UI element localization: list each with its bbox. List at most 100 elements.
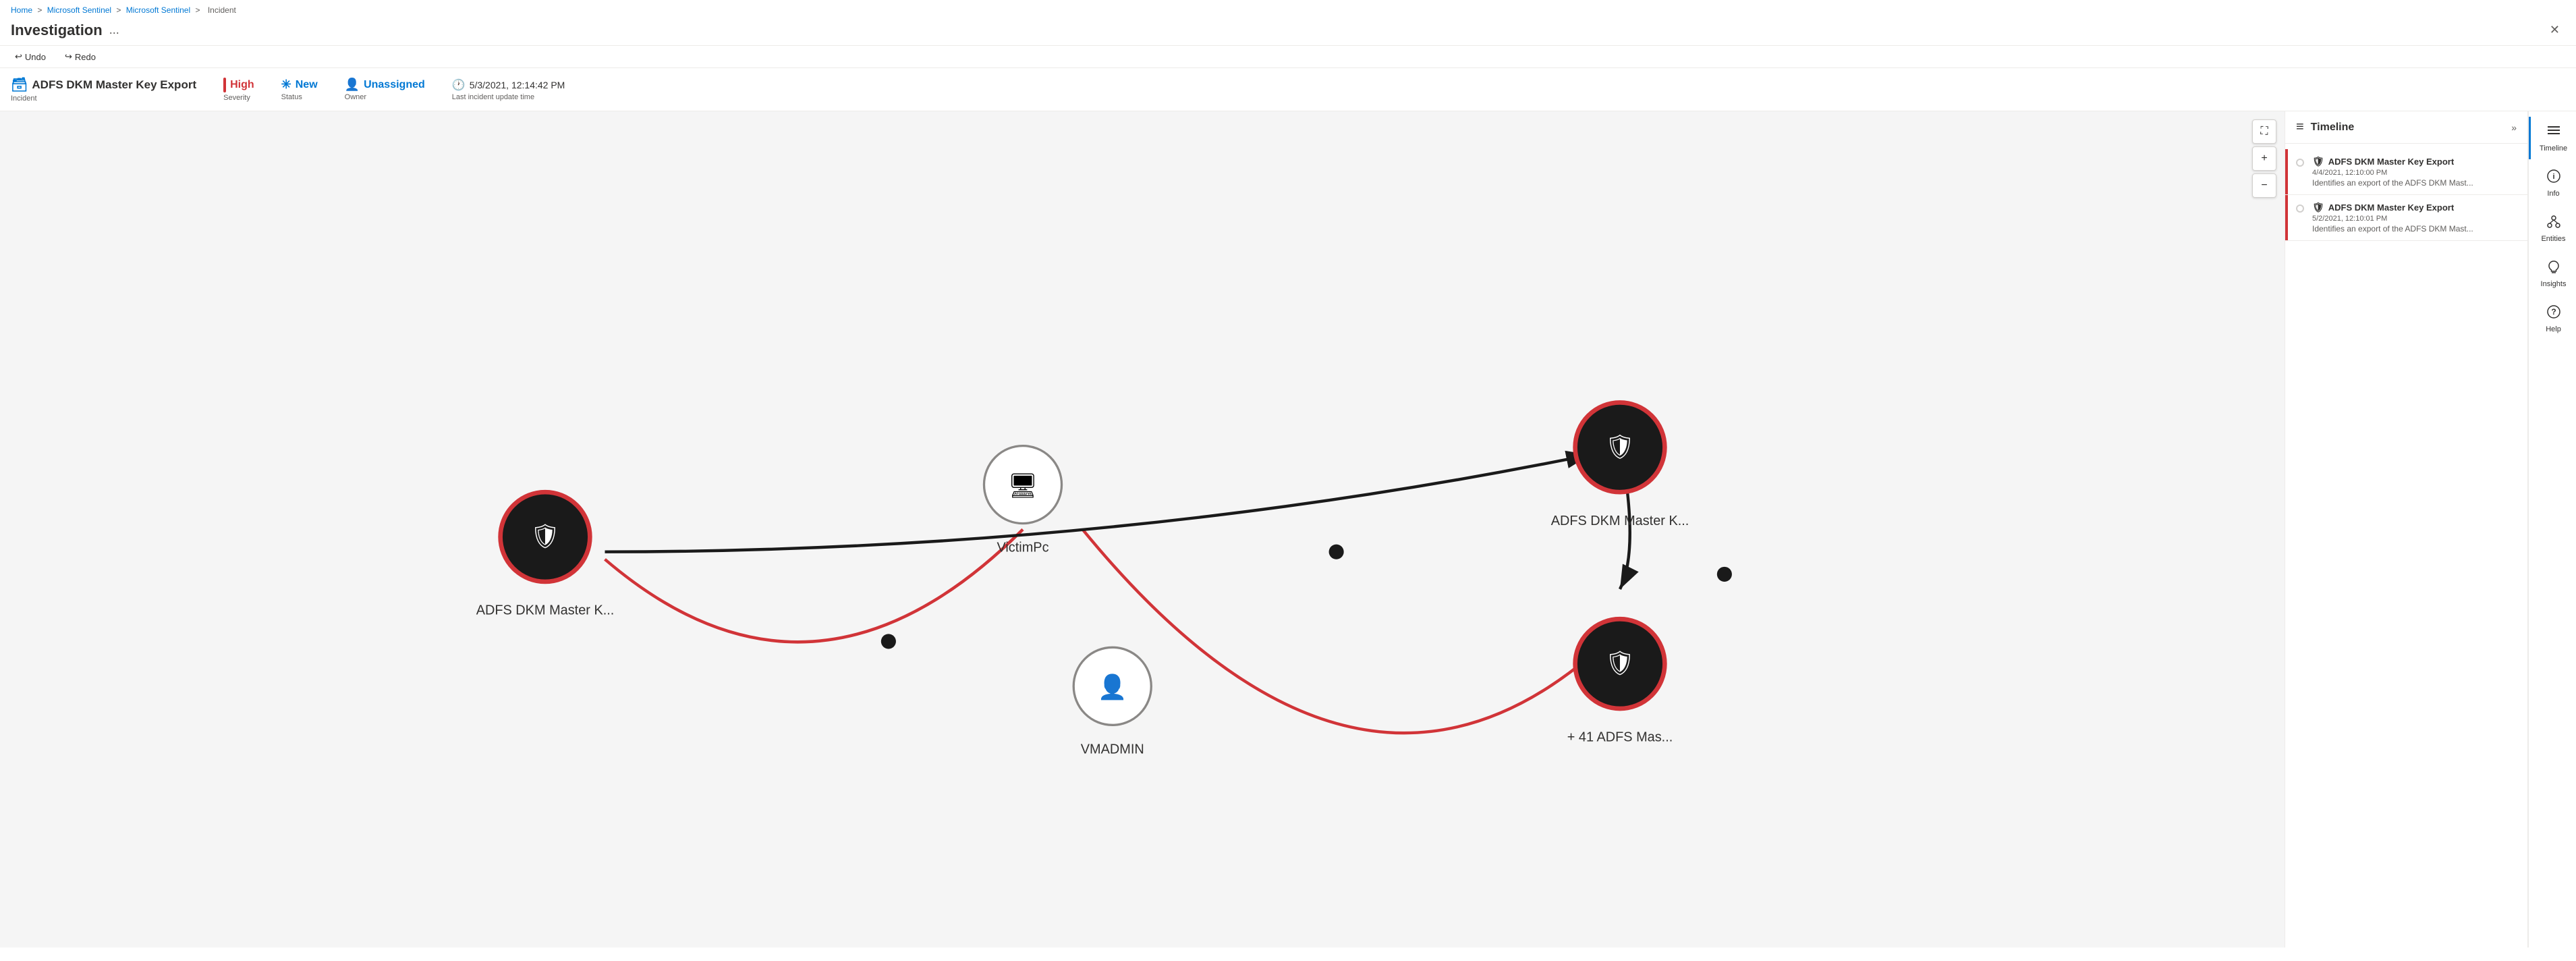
- node-label-incident-right-bottom: + 41 ADFS Mas...: [1567, 730, 1673, 745]
- timeline-item-content-1: 🛡 ADFS DKM Master Key Export 4/4/2021, 1…: [2312, 156, 2517, 188]
- severity-bar-icon: [223, 78, 226, 92]
- node-label-vmadmin: VMADMIN: [1081, 742, 1144, 757]
- svg-text:🖥: 🖥: [1008, 472, 1038, 499]
- insights-sidebar-icon: [2546, 259, 2561, 278]
- last-update-value: 🕐 5/3/2021, 12:14:42 PM: [452, 78, 565, 92]
- node-incident-right-bottom[interactable]: 🛡 + 41 ADFS Mas...: [1567, 619, 1673, 744]
- sidebar-item-insights[interactable]: Insights: [2529, 252, 2576, 295]
- fit-graph-button[interactable]: ⛶: [2252, 119, 2276, 144]
- clock-icon: 🕐: [452, 78, 466, 92]
- node-label-incident-left: ADFS DKM Master K...: [476, 603, 615, 618]
- svg-text:?: ?: [2551, 307, 2556, 317]
- breadcrumb-incident: Incident: [208, 5, 236, 15]
- node-vmadmin[interactable]: 👤 VMADMIN: [1073, 647, 1151, 757]
- zoom-out-button[interactable]: −: [2252, 173, 2276, 198]
- status-value: ✳ New: [281, 78, 318, 92]
- timeline-header: ≡ Timeline »: [2285, 111, 2527, 144]
- redo-label: Redo: [75, 52, 96, 62]
- timeline-item-content-2: 🛡 ADFS DKM Master Key Export 5/2/2021, 1…: [2312, 202, 2517, 234]
- owner-icon: 👤: [345, 78, 360, 92]
- graph-area[interactable]: ⛶ + −: [0, 111, 2285, 948]
- redo-icon: ↪: [65, 51, 72, 62]
- timeline-item-desc-1: Identifies an export of the ADFS DKM Mas…: [2312, 178, 2517, 188]
- owner-item: 👤 Unassigned Owner: [345, 78, 425, 101]
- sidebar-item-entities[interactable]: Entities: [2529, 207, 2576, 250]
- edge-red-2: [1083, 530, 1590, 734]
- sidebar-item-help[interactable]: ? Help: [2529, 298, 2576, 340]
- node-incident-left[interactable]: 🛡 ADFS DKM Master K...: [476, 492, 615, 617]
- timeline-item-desc-2: Identifies an export of the ADFS DKM Mas…: [2312, 224, 2517, 234]
- owner-value: 👤 Unassigned: [345, 78, 425, 92]
- more-options-button[interactable]: ...: [109, 23, 119, 37]
- zoom-in-button[interactable]: +: [2252, 146, 2276, 171]
- close-button[interactable]: ✕: [2544, 20, 2565, 40]
- severity-value: High: [223, 78, 254, 92]
- page-header: Investigation ... ✕: [0, 18, 2576, 46]
- timeline-list: 🛡 ADFS DKM Master Key Export 4/4/2021, 1…: [2285, 144, 2527, 948]
- fit-icon: ⛶: [2260, 126, 2268, 138]
- svg-text:🛡: 🛡: [1605, 650, 1635, 677]
- sidebar-item-label-entities: Entities: [2541, 235, 2565, 243]
- timeline-item[interactable]: 🛡 ADFS DKM Master Key Export 4/4/2021, 1…: [2285, 149, 2527, 195]
- last-update-item: 🕐 5/3/2021, 12:14:42 PM Last incident up…: [452, 78, 565, 101]
- node-label-incident-right-top: ADFS DKM Master K...: [1551, 514, 1689, 528]
- shield-icon-1: 🛡: [2312, 156, 2324, 167]
- edge-black-1: [605, 455, 1590, 552]
- main-content: ⛶ + −: [0, 111, 2576, 948]
- last-update-label: Last incident update time: [452, 93, 565, 101]
- sidebar-item-info[interactable]: i Info: [2529, 162, 2576, 204]
- toolbar: ↩ Undo ↪ Redo: [0, 46, 2576, 68]
- sidebar-item-label-help: Help: [2546, 325, 2561, 333]
- node-victimpc[interactable]: 🖥 VictimPc: [984, 446, 1061, 555]
- incident-type-label: Incident: [11, 94, 196, 103]
- last-update-text: 5/3/2021, 12:14:42 PM: [470, 80, 565, 90]
- graph-svg: 🛡 ADFS DKM Master K... 🖥 VictimPc 👤 VMAD…: [0, 111, 2285, 948]
- timeline-title: Timeline: [2311, 121, 2355, 134]
- breadcrumb: Home > Microsoft Sentinel > Microsoft Se…: [0, 0, 2576, 18]
- edge-dot-2: [1329, 545, 1344, 559]
- expand-icon: »: [2511, 122, 2517, 133]
- timeline-panel: ≡ Timeline » 🛡 ADFS DKM Master Key Expor…: [2285, 111, 2527, 948]
- node-incident-right-top[interactable]: 🛡 ADFS DKM Master K...: [1551, 402, 1689, 528]
- edge-black-2: [1620, 492, 1630, 589]
- zoom-out-icon: −: [2261, 180, 2267, 192]
- timeline-item-title-1: 🛡 ADFS DKM Master Key Export: [2312, 156, 2517, 167]
- shield-icon-2: 🛡: [2312, 202, 2324, 213]
- incident-name-text: ADFS DKM Master Key Export: [32, 78, 196, 92]
- svg-text:👤: 👤: [1098, 673, 1127, 701]
- briefcase-icon: 🗃: [11, 76, 28, 93]
- undo-icon: ↩: [15, 51, 22, 62]
- timeline-item[interactable]: 🛡 ADFS DKM Master Key Export 5/2/2021, 1…: [2285, 195, 2527, 241]
- status-icon: ✳: [281, 78, 291, 92]
- page-title: Investigation: [11, 22, 103, 39]
- entities-sidebar-icon: [2546, 214, 2561, 233]
- redo-button[interactable]: ↪ Redo: [61, 50, 100, 63]
- breadcrumb-home[interactable]: Home: [11, 5, 32, 15]
- timeline-item-title-text-1: ADFS DKM Master Key Export: [2328, 157, 2454, 167]
- severity-label: Severity: [223, 94, 254, 102]
- timeline-item-title-2: 🛡 ADFS DKM Master Key Export: [2312, 202, 2517, 213]
- breadcrumb-sentinel2[interactable]: Microsoft Sentinel: [126, 5, 190, 15]
- sidebar-item-label-timeline: Timeline: [2540, 144, 2567, 153]
- incident-name-item: 🗃 ADFS DKM Master Key Export Incident: [11, 76, 196, 103]
- breadcrumb-sentinel1[interactable]: Microsoft Sentinel: [47, 5, 111, 15]
- timeline-item-date-1: 4/4/2021, 12:10:00 PM: [2312, 169, 2517, 177]
- status-item: ✳ New Status: [281, 78, 318, 101]
- timeline-dot-2: [2296, 204, 2304, 213]
- timeline-item-bar-2: [2285, 195, 2288, 240]
- severity-text: High: [230, 79, 254, 91]
- timeline-sidebar-icon: [2546, 123, 2561, 142]
- status-text: New: [296, 79, 318, 91]
- edge-dot-3: [1717, 567, 1732, 582]
- right-sidebar: Timeline i Info Entities: [2527, 111, 2576, 948]
- undo-button[interactable]: ↩ Undo: [11, 50, 50, 63]
- timeline-expand-button[interactable]: »: [2511, 122, 2517, 133]
- timeline-item-date-2: 5/2/2021, 12:10:01 PM: [2312, 215, 2517, 223]
- timeline-item-bar: [2285, 149, 2288, 194]
- info-sidebar-icon: i: [2546, 169, 2561, 188]
- sidebar-item-timeline[interactable]: Timeline: [2529, 117, 2576, 159]
- severity-item: High Severity: [223, 78, 254, 102]
- sidebar-item-label-insights: Insights: [2541, 280, 2567, 288]
- zoom-in-icon: +: [2261, 153, 2267, 165]
- undo-label: Undo: [25, 52, 46, 62]
